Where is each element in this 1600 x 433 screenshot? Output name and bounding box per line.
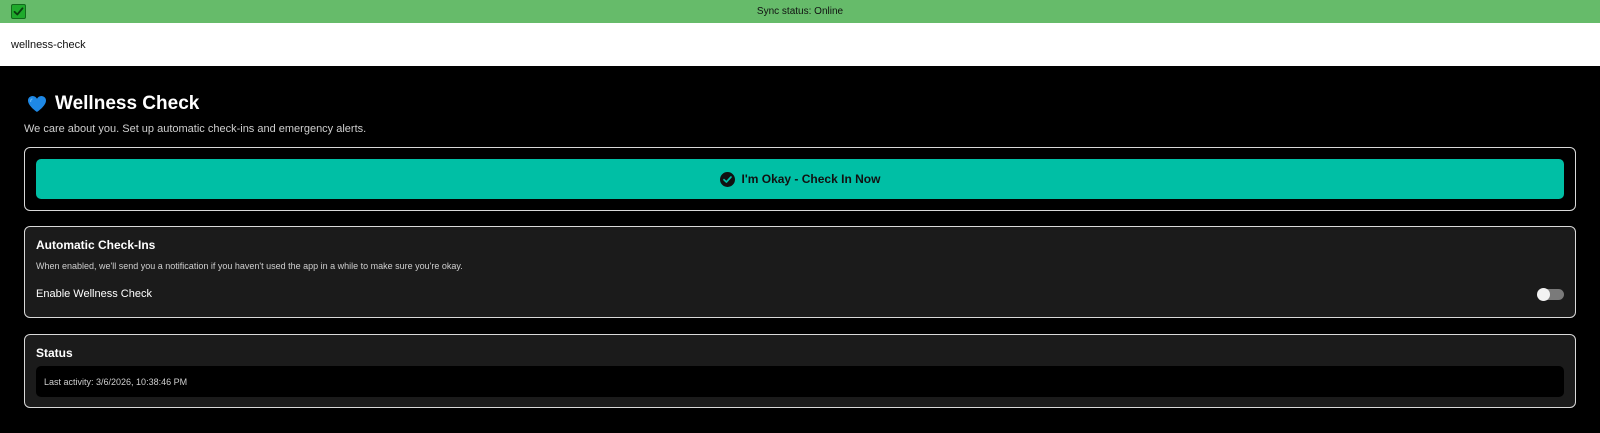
wellness-toggle-row: Enable Wellness Check [36, 287, 1564, 301]
toggle-knob [1537, 287, 1550, 301]
page-header: Wellness Check [27, 93, 1576, 115]
check-circle-icon [719, 171, 735, 187]
sync-status-bar: Sync status: Online [0, 0, 1600, 23]
checkin-card: I'm Okay - Check In Now [24, 147, 1576, 211]
automatic-checkins-description: When enabled, we'll send you a notificat… [36, 261, 463, 271]
check-in-label: I'm Okay - Check In Now [741, 172, 881, 186]
page-subtitle: We care about you. Set up automatic chec… [24, 123, 367, 135]
automatic-checkins-title: Automatic Check-Ins [36, 238, 156, 252]
last-activity-box: Last activity: 3/6/2026, 10:38:46 PM [36, 366, 1564, 397]
automatic-checkins-card: Automatic Check-Ins When enabled, we'll … [24, 226, 1576, 318]
heart-icon [27, 95, 47, 113]
page-title: Wellness Check [55, 93, 200, 114]
route-name: wellness-check [11, 38, 86, 51]
status-card: Status Last activity: 3/6/2026, 10:38:46… [24, 334, 1576, 408]
main-content: Wellness Check We care about you. Set up… [0, 66, 1600, 408]
check-box-icon [11, 4, 26, 19]
wellness-toggle-label: Enable Wellness Check [36, 288, 152, 300]
wellness-check-toggle[interactable] [1537, 287, 1564, 301]
last-activity-text: Last activity: 3/6/2026, 10:38:46 PM [44, 376, 188, 387]
check-in-button[interactable]: I'm Okay - Check In Now [36, 159, 1564, 199]
sync-status-text: Sync status: Online [756, 6, 844, 17]
status-title: Status [36, 346, 73, 360]
route-bar: wellness-check [0, 23, 1600, 66]
